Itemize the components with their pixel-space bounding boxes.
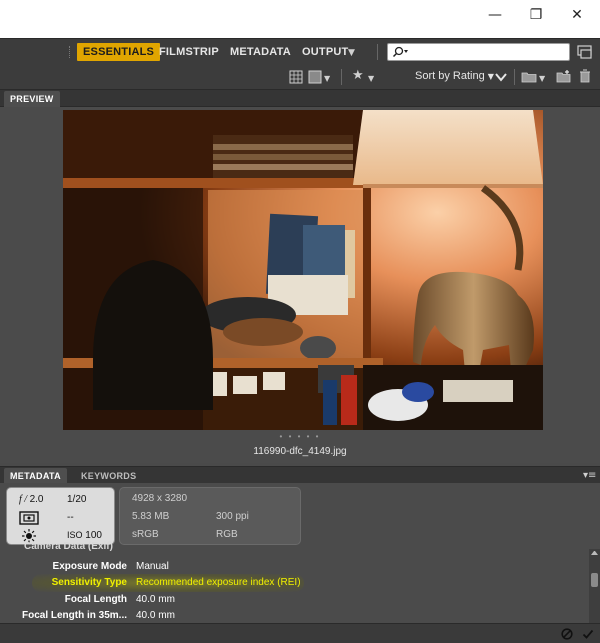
image-resolution: 300 ppi [216, 511, 249, 522]
metering-mode-value: -- [67, 512, 74, 523]
exif-placard: f / 2.0 1/20 -- ISO 100 [6, 487, 115, 545]
iso-label: ISO [67, 530, 83, 540]
workspace-filmstrip[interactable]: FILMSTRIP [159, 43, 219, 61]
new-folder-icon[interactable] [556, 69, 572, 83]
restore-button[interactable]: ❐ [513, 0, 559, 30]
thumbnail-quality-icon[interactable] [289, 70, 303, 84]
minimize-button[interactable]: — [472, 0, 518, 30]
panel-menu-icon[interactable]: ▾≡ [583, 468, 596, 484]
image-dimensions: 4928 x 3280 [132, 493, 188, 504]
divider [377, 44, 378, 60]
window-titlebar: — ❐ ✕ [0, 0, 600, 38]
close-button[interactable]: ✕ [554, 0, 600, 30]
focal-length-value[interactable]: 40.0 mm [136, 594, 175, 605]
preview-position-dots: • • • • • [279, 432, 321, 441]
shutter-speed-value: 1/20 [67, 494, 87, 505]
metadata-panel: f / 2.0 1/20 -- ISO 100 4928 x 3280 5.83… [0, 483, 600, 623]
divider [341, 69, 342, 85]
preview-panel: • • • • • 116990-dfc_4149.jpg [0, 107, 600, 463]
preview-panel-tabbar: PREVIEW [0, 90, 600, 107]
sensitivity-type-value[interactable]: Recommended exposure index (REI) [136, 577, 301, 588]
aperture-prefix: f / [19, 494, 28, 505]
metadata-panel-tabbar: METADATA KEYWORDS ▾≡ [0, 466, 600, 484]
focal-length-35mm-label: Focal Length in 35m... [21, 610, 127, 621]
tab-metadata[interactable]: METADATA [4, 468, 67, 484]
star-filter-icon[interactable]: ★ [352, 68, 364, 84]
workspace-menu-chevron-icon[interactable]: ▼ [348, 45, 355, 61]
cancel-icon[interactable] [561, 628, 573, 640]
preview-image[interactable] [63, 110, 543, 430]
metadata-statusbar [0, 623, 600, 643]
view-toolbar: ▼ ★ ▼ Sort by Rating ▼ ▼ [0, 65, 600, 90]
exposure-mode-label: Exposure Mode [52, 561, 127, 572]
filter-chevron-icon[interactable]: ▼ [368, 71, 374, 87]
file-info-placard: 4928 x 3280 5.83 MB 300 ppi sRGB RGB [119, 487, 301, 545]
divider [514, 69, 515, 85]
workspace-essentials[interactable]: ESSENTIALS [77, 43, 161, 61]
tab-preview[interactable]: PREVIEW [4, 91, 60, 107]
sort-label: Sort by Rating [415, 70, 485, 82]
file-size: 5.83 MB [132, 511, 170, 522]
grip-handle[interactable] [69, 46, 71, 58]
metering-mode-icon [19, 511, 39, 525]
aperture-value: f / 2.0 [19, 494, 43, 505]
workspace-output[interactable]: OUTPUT [302, 43, 348, 61]
workspace-bar: ESSENTIALS FILMSTRIP METADATA OUTPUT ▼ [0, 38, 600, 65]
color-mode: RGB [216, 529, 238, 540]
focal-length-label: Focal Length [64, 594, 127, 605]
focal-length-35mm-value[interactable]: 40.0 mm [136, 610, 175, 621]
sensitivity-type-label: Sensitivity Type [51, 577, 127, 588]
iso-number: 100 [85, 530, 102, 541]
apply-checkmark-icon[interactable] [582, 628, 594, 640]
aperture-number: 2.0 [29, 494, 44, 505]
scrollbar-thumb[interactable] [591, 573, 598, 587]
iso-value: ISO 100 [67, 530, 102, 541]
metadata-scrollbar[interactable] [589, 549, 600, 623]
preview-filename: 116990-dfc_4149.jpg [253, 446, 347, 457]
sort-chevron-icon: ▼ [487, 72, 494, 81]
tab-keywords[interactable]: KEYWORDS [75, 468, 142, 484]
camera-data-section-header[interactable]: Camera Data (Exif) [24, 541, 113, 552]
workspace-metadata[interactable]: METADATA [230, 43, 291, 61]
color-profile: sRGB [132, 529, 159, 540]
compact-mode-icon[interactable] [577, 44, 593, 60]
view-mode-icon[interactable] [308, 70, 322, 84]
open-recent-folder-icon[interactable] [521, 70, 539, 84]
sort-direction-icon[interactable] [494, 71, 508, 83]
trash-icon[interactable] [579, 69, 591, 83]
search-icon[interactable] [390, 44, 410, 60]
view-mode-chevron-icon[interactable]: ▼ [324, 71, 330, 87]
search-input[interactable] [387, 43, 570, 61]
preview-photo-graphic [63, 110, 543, 430]
scroll-up-arrow-icon[interactable] [591, 551, 598, 555]
exposure-mode-value[interactable]: Manual [136, 561, 169, 572]
sort-dropdown[interactable]: Sort by Rating ▼ [415, 70, 494, 82]
recent-folder-chevron-icon[interactable]: ▼ [539, 71, 545, 87]
